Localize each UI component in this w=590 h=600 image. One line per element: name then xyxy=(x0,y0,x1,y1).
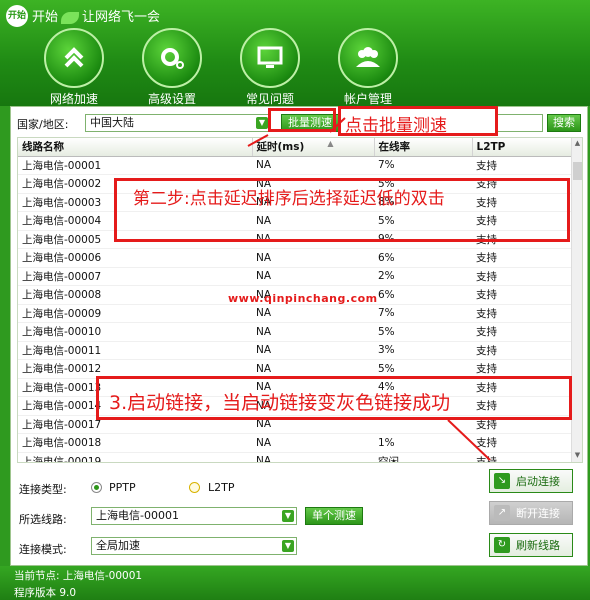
arrow-to-batch-button xyxy=(329,117,346,133)
arrow-to-start-button xyxy=(447,419,491,461)
watermark: www.qinpinchang.com xyxy=(228,292,378,305)
arrow-to-latency-header xyxy=(247,134,269,147)
